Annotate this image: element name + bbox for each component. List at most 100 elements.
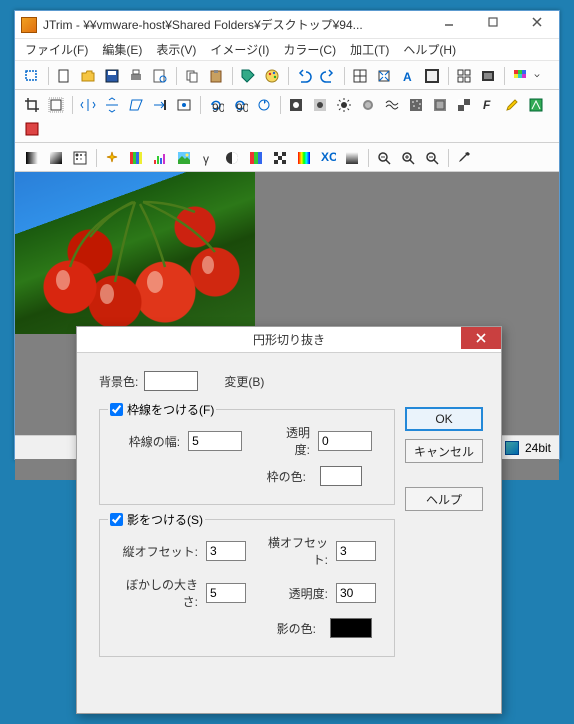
shadow-checkbox-text: 影をつける(S)	[127, 511, 203, 528]
sparkle-icon[interactable]	[101, 147, 123, 169]
palette-icon[interactable]	[261, 65, 283, 87]
bg-color-swatch[interactable]	[144, 371, 198, 391]
levels-icon[interactable]	[149, 147, 171, 169]
resize-icon[interactable]	[349, 65, 371, 87]
landscape-icon[interactable]	[173, 147, 195, 169]
menu-image[interactable]: イメージ(I)	[204, 39, 275, 60]
close-button[interactable]	[515, 11, 559, 33]
zoom-fit-icon[interactable]	[373, 147, 395, 169]
tag-icon[interactable]	[237, 65, 259, 87]
xor-icon[interactable]: XOR	[317, 147, 339, 169]
frame-icon[interactable]	[421, 65, 443, 87]
status-bit: 24bit	[525, 441, 551, 455]
filter-f-icon[interactable]: F	[477, 94, 499, 116]
redo-icon[interactable]	[317, 65, 339, 87]
crop-icon[interactable]	[21, 94, 43, 116]
film-icon[interactable]	[477, 65, 499, 87]
frame-checkbox-text: 枠線をつける(F)	[127, 401, 214, 418]
menu-view[interactable]: 表示(V)	[150, 39, 202, 60]
shadow-checkbox-label[interactable]: 影をつける(S)	[110, 511, 203, 528]
extend-icon[interactable]	[45, 94, 67, 116]
undo-icon[interactable]	[293, 65, 315, 87]
dialog-close-button[interactable]	[461, 327, 501, 349]
wave-icon[interactable]	[381, 94, 403, 116]
shadow-opacity-input[interactable]	[336, 583, 376, 603]
bg-color-label: 背景色:	[99, 373, 138, 390]
menu-color[interactable]: カラー(C)	[277, 39, 342, 60]
cancel-button[interactable]: キャンセル	[405, 439, 483, 463]
gamma-icon[interactable]: γ	[197, 147, 219, 169]
menu-help[interactable]: ヘルプ(H)	[397, 39, 462, 60]
menu-edit[interactable]: 編集(E)	[96, 39, 148, 60]
rotate-ccw-icon[interactable]: 90	[205, 94, 227, 116]
voffset-label: 縦オフセット:	[112, 543, 198, 560]
select-source-icon[interactable]	[21, 65, 43, 87]
paste-icon[interactable]	[205, 65, 227, 87]
menu-file[interactable]: ファイル(F)	[19, 39, 94, 60]
brightness-up-icon[interactable]	[285, 94, 307, 116]
noise-icon[interactable]	[405, 94, 427, 116]
pencil-icon[interactable]	[501, 94, 523, 116]
blur-icon[interactable]	[357, 94, 379, 116]
hue-icon[interactable]	[125, 147, 147, 169]
save-icon[interactable]	[101, 65, 123, 87]
checker-icon[interactable]	[269, 147, 291, 169]
shadow-color-swatch[interactable]	[330, 618, 372, 638]
dialog-titlebar: 円形切り抜き	[77, 327, 501, 353]
frame-checkbox[interactable]	[110, 403, 123, 416]
zoom-in-icon[interactable]	[397, 147, 419, 169]
brightness-down-icon[interactable]	[309, 94, 331, 116]
invert-icon[interactable]	[221, 147, 243, 169]
grid-icon[interactable]	[453, 65, 475, 87]
help-button[interactable]: ヘルプ	[405, 487, 483, 511]
preview-icon[interactable]	[149, 65, 171, 87]
svg-text:90: 90	[236, 101, 248, 113]
rainbow-icon[interactable]	[293, 147, 315, 169]
halftone-icon[interactable]	[69, 147, 91, 169]
maximize-button[interactable]	[471, 11, 515, 33]
frame-width-label: 枠線の幅:	[112, 433, 180, 450]
gradient-h-icon[interactable]	[21, 147, 43, 169]
frame-opacity-label: 透明度:	[272, 424, 310, 458]
sun-icon[interactable]	[333, 94, 355, 116]
color-grid-icon[interactable]	[509, 65, 531, 87]
open-icon[interactable]	[77, 65, 99, 87]
ok-button[interactable]: OK	[405, 407, 483, 431]
copy-icon[interactable]	[181, 65, 203, 87]
print-icon[interactable]	[125, 65, 147, 87]
frame-checkbox-label[interactable]: 枠線をつける(F)	[110, 401, 214, 418]
hoffset-input[interactable]	[336, 541, 376, 561]
gradient-d-icon[interactable]	[45, 147, 67, 169]
posterize-icon[interactable]	[245, 147, 267, 169]
voffset-input[interactable]	[206, 541, 246, 561]
sharpen-icon[interactable]	[453, 94, 475, 116]
rotate-free-icon[interactable]	[253, 94, 275, 116]
frame-color-swatch[interactable]	[320, 466, 362, 486]
shift-v-icon[interactable]	[173, 94, 195, 116]
menu-process[interactable]: 加工(T)	[344, 39, 395, 60]
text-icon[interactable]: A	[397, 65, 419, 87]
shift-h-icon[interactable]	[149, 94, 171, 116]
frame-opacity-input[interactable]	[318, 431, 372, 451]
dialog-title: 円形切り抜き	[253, 331, 325, 348]
fit-icon[interactable]	[373, 65, 395, 87]
flip-h-icon[interactable]	[77, 94, 99, 116]
blur-input[interactable]	[206, 583, 246, 603]
effect-icon[interactable]	[21, 118, 43, 140]
minimize-button[interactable]	[427, 11, 471, 33]
dropdown-icon[interactable]	[533, 65, 541, 87]
gradient-v-icon[interactable]	[341, 147, 363, 169]
svg-text:F: F	[483, 98, 491, 112]
brush-icon[interactable]	[525, 94, 547, 116]
new-icon[interactable]	[53, 65, 75, 87]
flip-v-icon[interactable]	[101, 94, 123, 116]
emboss-icon[interactable]	[429, 94, 451, 116]
rotate-cw-icon[interactable]: 90	[229, 94, 251, 116]
skew-icon[interactable]	[125, 94, 147, 116]
zoom-out-icon[interactable]	[421, 147, 443, 169]
eyedropper-icon[interactable]	[453, 147, 475, 169]
frame-width-input[interactable]	[188, 431, 242, 451]
shadow-checkbox[interactable]	[110, 513, 123, 526]
toolbar-row-2: 90 90 F	[15, 90, 559, 143]
change-bg-button[interactable]: 変更(B)	[224, 373, 264, 390]
